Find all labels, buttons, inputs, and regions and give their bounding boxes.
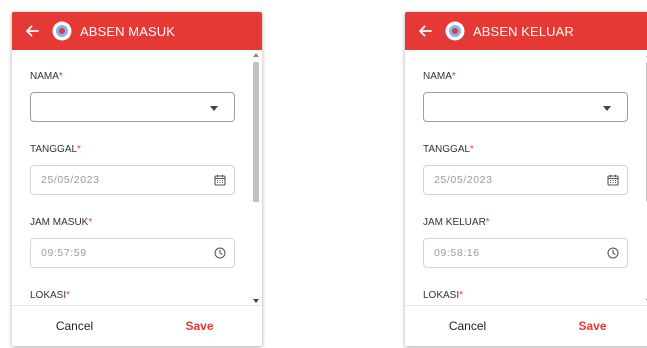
tanggal-field[interactable]: 25/05/2023 bbox=[30, 165, 235, 195]
dialog-footer: Cancel Save bbox=[12, 305, 262, 346]
dialog-footer: Cancel Save bbox=[405, 305, 647, 346]
scroll-up-icon[interactable] bbox=[253, 53, 259, 57]
app-logo-icon bbox=[52, 21, 72, 41]
jam-keluar-label: JAM KELUAR* bbox=[423, 217, 490, 228]
clock-icon[interactable] bbox=[214, 247, 226, 259]
required-mark: * bbox=[451, 71, 456, 82]
required-mark: * bbox=[58, 71, 63, 82]
tanggal-field[interactable]: 25/05/2023 bbox=[423, 165, 628, 195]
lokasi-label: LOKASI* bbox=[30, 290, 71, 301]
dialog-title: ABSEN MASUK bbox=[80, 23, 176, 39]
clock-icon[interactable] bbox=[607, 247, 619, 259]
save-button[interactable]: Save bbox=[137, 319, 262, 333]
tanggal-value: 25/05/2023 bbox=[434, 174, 493, 186]
calendar-icon[interactable] bbox=[607, 174, 619, 186]
back-arrow-icon[interactable] bbox=[417, 23, 433, 39]
form: NAMA* TANGGAL* 25/05/2023 JAM MASUK* 09:… bbox=[30, 70, 235, 306]
tanggal-label: TANGGAL* bbox=[30, 144, 81, 155]
absen-keluar-dialog: ABSEN KELUAR NAMA* TANGGAL* 25/05/2023 J… bbox=[405, 12, 647, 346]
dialog-title: ABSEN KELUAR bbox=[473, 23, 574, 39]
app-logo-icon bbox=[445, 21, 465, 41]
required-mark: * bbox=[66, 290, 71, 301]
dialog-header: ABSEN KELUAR bbox=[405, 12, 647, 50]
jam-masuk-field[interactable]: 09:57:59 bbox=[30, 238, 235, 268]
scroll-down-icon[interactable] bbox=[253, 299, 259, 303]
jam-masuk-label: JAM MASUK* bbox=[30, 217, 93, 228]
dialog-body: NAMA* TANGGAL* 25/05/2023 JAM MASUK* 09:… bbox=[12, 50, 262, 306]
chevron-down-icon bbox=[603, 106, 611, 111]
jam-keluar-field[interactable]: 09:58:16 bbox=[423, 238, 628, 268]
cancel-button[interactable]: Cancel bbox=[405, 319, 530, 333]
tanggal-value: 25/05/2023 bbox=[41, 174, 100, 186]
lokasi-label: LOKASI* bbox=[423, 290, 464, 301]
nama-select[interactable] bbox=[30, 92, 235, 122]
required-mark: * bbox=[77, 144, 81, 155]
absen-masuk-dialog: ABSEN MASUK NAMA* TANGGAL* 25/05/2023 JA… bbox=[12, 12, 262, 346]
tanggal-label: TANGGAL* bbox=[423, 144, 474, 155]
form: NAMA* TANGGAL* 25/05/2023 JAM KELUAR* 09… bbox=[423, 70, 628, 306]
cancel-button[interactable]: Cancel bbox=[12, 319, 137, 333]
nama-label: NAMA* bbox=[423, 71, 456, 82]
nama-label: NAMA* bbox=[30, 71, 63, 82]
calendar-icon[interactable] bbox=[214, 174, 226, 186]
required-mark: * bbox=[470, 144, 474, 155]
chevron-down-icon bbox=[210, 106, 218, 111]
nama-select[interactable] bbox=[423, 92, 628, 122]
jam-keluar-value: 09:58:16 bbox=[434, 247, 480, 259]
back-arrow-icon[interactable] bbox=[24, 23, 40, 39]
required-mark: * bbox=[88, 217, 93, 228]
dialog-body: NAMA* TANGGAL* 25/05/2023 JAM KELUAR* 09… bbox=[405, 50, 647, 306]
scrollbar-thumb[interactable] bbox=[253, 62, 259, 202]
required-mark: * bbox=[459, 290, 464, 301]
save-button[interactable]: Save bbox=[530, 319, 647, 333]
required-mark: * bbox=[485, 217, 490, 228]
scrollbar[interactable] bbox=[252, 50, 260, 306]
jam-masuk-value: 09:57:59 bbox=[41, 247, 87, 259]
dialog-header: ABSEN MASUK bbox=[12, 12, 262, 50]
